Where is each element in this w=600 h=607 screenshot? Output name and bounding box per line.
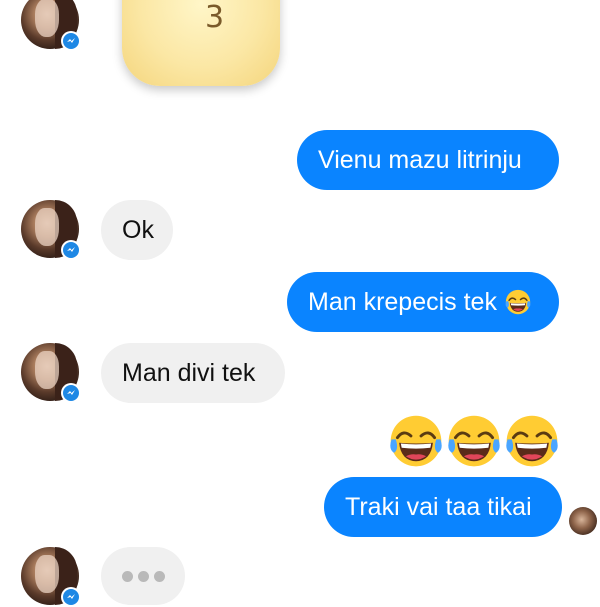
contact-avatar[interactable] (21, 343, 81, 403)
incoming-message-bubble[interactable]: Ok (101, 200, 173, 260)
messenger-icon (61, 31, 81, 51)
outgoing-message-bubble[interactable]: Traki vai taa tikai (324, 477, 562, 537)
outgoing-message-bubble[interactable]: Man krepecis tek (287, 272, 559, 332)
messenger-icon (61, 383, 81, 403)
message-text: Vienu mazu litrinju (318, 146, 522, 174)
contact-avatar[interactable] (21, 200, 81, 260)
messenger-icon (61, 587, 81, 607)
typing-dot (121, 570, 133, 582)
message-text: Man krepecis tek (308, 288, 497, 316)
typing-dot (137, 570, 149, 582)
messenger-icon (61, 240, 81, 260)
face-with-tears-of-joy-icon[interactable] (447, 414, 501, 468)
message-text: Traki vai taa tikai (345, 493, 532, 521)
message-text: Ok (122, 216, 154, 244)
face-with-tears-of-joy-icon[interactable] (389, 414, 443, 468)
contact-avatar[interactable] (21, 547, 81, 607)
outgoing-message-bubble[interactable]: Vienu mazu litrinju (297, 130, 559, 190)
sticker-image[interactable]: 3 (122, 0, 280, 86)
typing-indicator (101, 547, 185, 605)
message-text: Man divi tek (122, 359, 256, 387)
sticker-mark: 3 (205, 0, 225, 35)
typing-dot (153, 570, 165, 582)
incoming-message-bubble[interactable]: Man divi tek (101, 343, 285, 403)
contact-avatar[interactable] (21, 0, 81, 51)
face-with-tears-of-joy-icon[interactable] (505, 414, 559, 468)
seen-avatar (569, 507, 597, 535)
face-with-tears-of-joy-icon (505, 289, 531, 315)
